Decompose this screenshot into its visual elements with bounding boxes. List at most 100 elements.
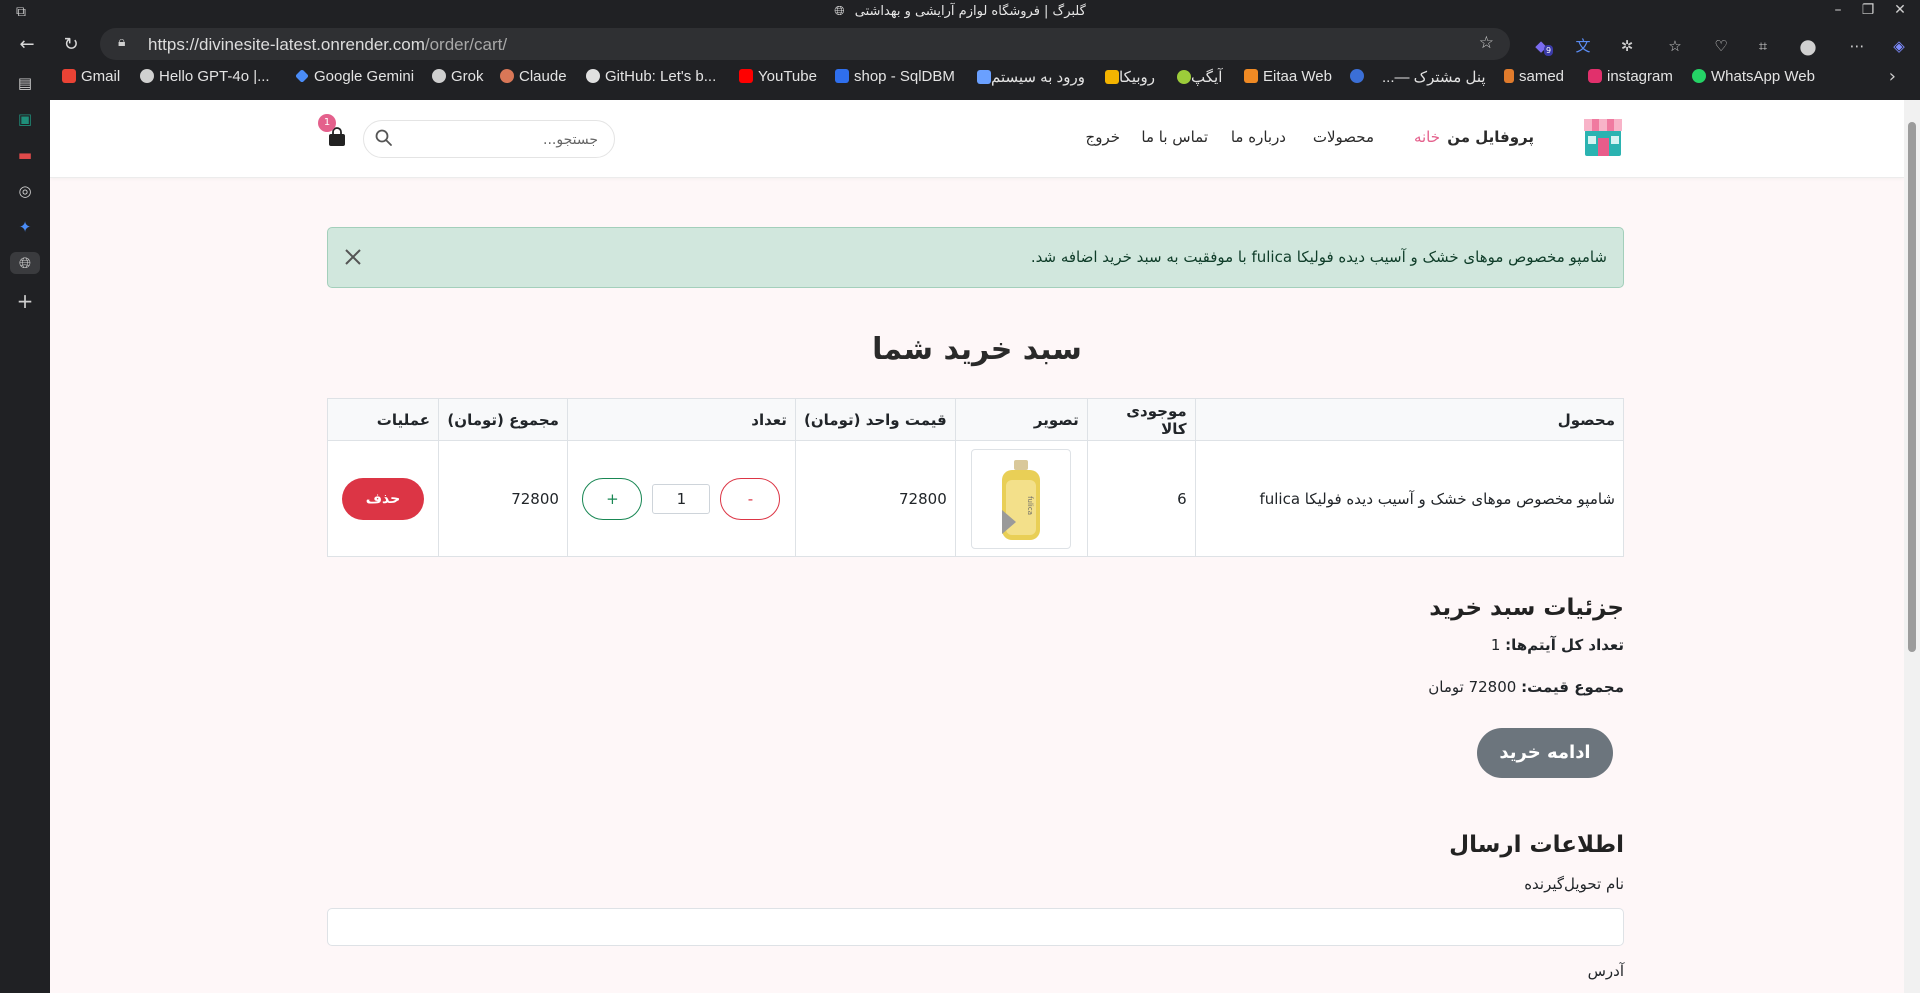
bookmark-login[interactable]: ورود به سیستم — [972, 68, 1085, 86]
quantity-input[interactable] — [652, 483, 711, 514]
scrollbar-thumb[interactable] — [1908, 122, 1916, 652]
pdf-icon[interactable]: ▬ — [14, 144, 36, 166]
shop-logo-icon[interactable] — [1582, 116, 1624, 158]
gemini-sidebar-icon[interactable]: ✦ — [14, 216, 36, 238]
recipient-name-field[interactable] — [327, 908, 1624, 946]
add-sidebar-icon[interactable]: + — [14, 290, 36, 312]
minimize-icon[interactable]: – — [1824, 2, 1852, 22]
url-domain: https://divinesite-latest.onrender.com — [148, 35, 425, 54]
col-quantity: تعداد — [566, 398, 796, 441]
delete-button[interactable]: حذف — [342, 477, 425, 520]
site-info-icon[interactable]: 🔒︎ — [118, 34, 125, 50]
copilot-icon[interactable]: ◈ — [1888, 35, 1910, 57]
url-text[interactable]: https://divinesite-latest.onrender.com/o… — [148, 35, 507, 55]
nav-products[interactable]: محصولات — [1313, 128, 1374, 146]
close-window-icon[interactable]: ✕ — [1886, 2, 1914, 22]
browser-sidebar: ▤ ▣ ▬ ◎ ✦ 🌐︎ + — [0, 62, 50, 993]
bookmark-gemini[interactable]: Google Gemini — [295, 68, 414, 85]
profile-avatar-icon[interactable]: ● — [1797, 35, 1819, 57]
bookmark-gpt4o[interactable]: Hello GPT-4o |... — [140, 68, 270, 85]
youtube-icon — [739, 69, 753, 83]
back-icon[interactable]: ← — [14, 32, 40, 58]
tab-actions-icon[interactable]: ▤ — [14, 72, 36, 94]
login-icon — [977, 70, 991, 84]
search-icon[interactable] — [374, 128, 394, 148]
bookmark-eitaa[interactable]: Eitaa Web — [1244, 68, 1332, 85]
bookmark-label: Grok — [451, 68, 484, 85]
globe-icon: 🌐︎ — [834, 4, 845, 19]
claude-icon — [500, 69, 514, 83]
bookmark-panel[interactable]: پنل مشترک —... — [1382, 68, 1486, 86]
browser-toolbar: ← ↻ 🔒︎ https://divinesite-latest.onrende… — [0, 26, 1920, 62]
samed-icon — [1504, 69, 1514, 83]
favorite-star-icon[interactable]: ☆ — [1479, 33, 1494, 53]
bookmark-label: Claude — [519, 68, 567, 85]
nav-profile[interactable]: پروفایل من — [1447, 128, 1534, 146]
page-viewport: پروفایل من خانه محصولات درباره ما تماس ب… — [50, 100, 1904, 993]
search-box — [363, 120, 615, 158]
bookmark-samed[interactable]: samed — [1504, 68, 1564, 85]
bookmark-rubika[interactable]: روبیکا — [1100, 68, 1155, 86]
total-items-value: 1 — [1490, 636, 1501, 654]
search-input[interactable] — [402, 129, 598, 151]
total-items-line: تعداد کل آیتم‌ها: 1 — [1491, 636, 1624, 654]
unit-price: 72800 — [794, 440, 956, 557]
openai-icon — [140, 69, 154, 83]
page-scrollbar[interactable] — [1904, 100, 1920, 993]
github-icon — [586, 69, 600, 83]
edge-icon — [1350, 69, 1364, 83]
nav-about[interactable]: درباره ما — [1231, 128, 1286, 146]
chatgpt-icon[interactable]: ◎ — [14, 180, 36, 202]
bookmark-youtube[interactable]: YouTube — [739, 68, 817, 85]
bookmark-label: WhatsApp Web — [1711, 68, 1815, 85]
extensions-puzzle-icon[interactable]: ✲ — [1616, 35, 1638, 57]
product-name[interactable]: شامپو مخصوص موهای خشک و آسیب دیده فولیکا… — [1194, 440, 1625, 557]
decrease-quantity-button[interactable]: - — [720, 477, 781, 520]
bookmark-instagram[interactable]: instagram — [1588, 68, 1673, 85]
increase-quantity-button[interactable]: + — [582, 477, 643, 520]
bookmarks-overflow-icon[interactable]: › — [1889, 66, 1896, 87]
whatsapp-icon — [1692, 69, 1706, 83]
bookmark-claude[interactable]: Claude — [500, 68, 567, 85]
bookmark-whatsapp[interactable]: WhatsApp Web — [1692, 68, 1815, 85]
window-title: گلبرگ | فروشگاه لوازم آرایشی و بهداشتی 🌐… — [0, 4, 1920, 19]
reload-icon[interactable]: ↻ — [58, 32, 84, 58]
bookmark-unnamed[interactable] — [1350, 68, 1369, 85]
bookmark-label: Hello GPT-4o |... — [159, 68, 270, 85]
nav-contact[interactable]: تماس با ما — [1141, 128, 1208, 146]
favorites-icon[interactable]: ☆ — [1664, 35, 1686, 57]
grok-icon — [432, 69, 446, 83]
bookmark-grok[interactable]: Grok — [432, 68, 484, 85]
cart-table: محصول موجودی کالا تصویر قیمت واحد (تومان… — [326, 398, 1625, 557]
continue-checkout-button[interactable]: ادامه خرید — [1477, 728, 1613, 778]
translate-icon[interactable]: 文 — [1572, 35, 1594, 57]
bookmark-label: آیگپ — [1191, 69, 1223, 86]
maximize-icon[interactable]: ❐ — [1854, 2, 1882, 22]
address-label: آدرس — [1587, 962, 1624, 980]
extension-icon[interactable]: ◆ 9 — [1530, 35, 1554, 57]
nav-logout[interactable]: خروج — [1086, 128, 1120, 146]
bookmark-label: Gmail — [81, 68, 121, 85]
bookmark-github[interactable]: GitHub: Let's b... — [586, 68, 716, 85]
bookmark-gmail[interactable]: Gmail — [62, 68, 120, 85]
gemini-icon — [295, 69, 309, 83]
screenshot-icon[interactable]: ⌗ — [1752, 35, 1774, 57]
address-bar[interactable]: 🔒︎ https://divinesite-latest.onrender.co… — [100, 28, 1510, 60]
col-actions: عملیات — [326, 398, 440, 441]
product-image[interactable]: fulica — [971, 448, 1072, 549]
window-title-text: گلبرگ | فروشگاه لوازم آرایشی و بهداشتی — [854, 4, 1086, 19]
bookmark-igap[interactable]: آیگپ — [1172, 68, 1222, 86]
bookmark-label: GitHub: Let's b... — [605, 68, 717, 85]
rubika-icon — [1105, 70, 1119, 84]
table-row: شامپو مخصوص موهای خشک و آسیب دیده فولیکا… — [326, 440, 1625, 557]
cart-count-badge: 1 — [318, 114, 336, 132]
close-icon[interactable] — [342, 246, 364, 268]
nav-home[interactable]: خانه — [1414, 128, 1440, 146]
bookmark-sqldbm[interactable]: shop - SqlDBM — [835, 68, 955, 85]
alert-message: شامپو مخصوص موهای خشک و آسیب دیده فولیکا… — [1030, 248, 1607, 266]
sidebar-app-icon[interactable]: ▣ — [14, 108, 36, 130]
browser-essentials-icon[interactable]: ♡ — [1710, 35, 1732, 57]
globe-sidebar-icon[interactable]: 🌐︎ — [10, 252, 40, 274]
bookmark-label: shop - SqlDBM — [854, 68, 955, 85]
more-menu-icon[interactable]: ⋯ — [1846, 35, 1868, 57]
